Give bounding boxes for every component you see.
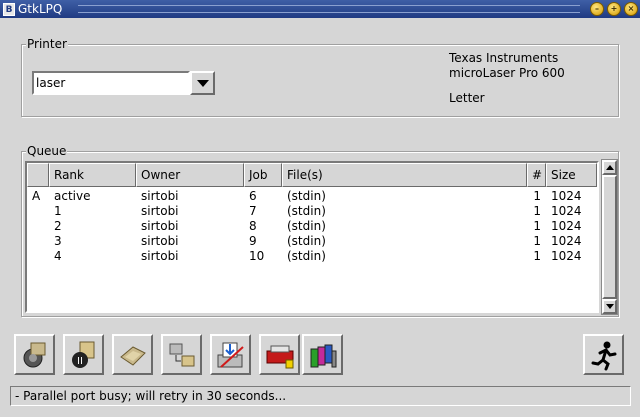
color-settings-button[interactable] (302, 334, 343, 375)
scroll-down-button[interactable] (602, 299, 617, 314)
cell-job: 7 (249, 204, 257, 218)
cell-size: 1024 (551, 189, 582, 203)
cell-size: 1024 (551, 234, 582, 248)
column-header-count[interactable]: # (527, 163, 546, 187)
table-row[interactable]: 4 sirtobi 10 (stdin) 1 1024 (27, 249, 597, 264)
cell-job: 10 (249, 249, 265, 263)
cell-size: 1024 (551, 219, 582, 233)
cell-size: 1024 (551, 204, 582, 218)
svg-text:II: II (77, 356, 83, 367)
hold-job-icon: II (71, 341, 94, 368)
exit-running-man-icon (591, 341, 616, 370)
release-job-icon (119, 345, 146, 366)
cell-flag: A (32, 189, 41, 203)
printer-group-label: Printer (26, 37, 68, 51)
queue-group: Queue Rank Owner Job File(s) # Size A ac… (21, 144, 619, 317)
cell-owner: sirtobi (141, 219, 179, 233)
status-bar: - Parallel port busy; will retry in 30 s… (10, 386, 631, 406)
table-row[interactable]: 1 sirtobi 7 (stdin) 1 1024 (27, 204, 597, 219)
minimize-icon[interactable]: – (590, 2, 604, 16)
hold-job-button[interactable]: II (63, 334, 104, 375)
cell-size: 1024 (551, 249, 582, 263)
printer-setup-button[interactable] (259, 334, 300, 375)
cell-files: (stdin) (287, 189, 326, 203)
table-row[interactable]: 3 sirtobi 9 (stdin) 1 1024 (27, 234, 597, 249)
cell-files: (stdin) (287, 219, 326, 233)
cell-flag (27, 234, 49, 249)
table-row[interactable]: A active sirtobi 6 (stdin) 1 1024 (27, 189, 597, 204)
cell-rank: 1 (54, 204, 62, 218)
release-job-button[interactable] (112, 334, 153, 375)
scroll-thumb[interactable] (602, 175, 617, 299)
table-header: Rank Owner Job File(s) # Size (27, 163, 597, 187)
cell-rank: 4 (54, 249, 62, 263)
cell-files: (stdin) (287, 204, 326, 218)
printer-select-input[interactable]: laser (32, 71, 190, 95)
cell-count: 1 (533, 204, 541, 218)
cell-count: 1 (533, 249, 541, 263)
queue-scrollbar[interactable] (601, 159, 618, 315)
cell-count: 1 (533, 219, 541, 233)
print-file-icon (217, 342, 244, 368)
cell-owner: sirtobi (141, 249, 179, 263)
cell-flag (27, 219, 49, 234)
queue-table[interactable]: Rank Owner Job File(s) # Size A active s… (25, 161, 599, 313)
arrow-down-icon (605, 304, 614, 309)
exit-button[interactable] (583, 334, 624, 375)
cell-rank: 3 (54, 234, 62, 248)
printer-setup-icon (266, 345, 293, 368)
cell-job: 8 (249, 219, 257, 233)
cell-job: 9 (249, 234, 257, 248)
printer-manufacturer: Texas Instruments (449, 51, 559, 65)
title-grip (78, 5, 580, 13)
cell-job: 6 (249, 189, 257, 203)
cell-owner: sirtobi (141, 234, 179, 248)
printer-info: Texas Instruments microLaser Pro 600 Let… (449, 51, 565, 106)
remove-job-button[interactable] (14, 334, 55, 375)
column-header-flag[interactable] (27, 163, 49, 187)
cell-owner: sirtobi (141, 204, 179, 218)
arrow-up-icon (605, 165, 614, 170)
printer-media: Letter (449, 91, 485, 105)
scroll-up-button[interactable] (602, 160, 617, 175)
cell-files: (stdin) (287, 249, 326, 263)
move-job-icon (169, 343, 194, 366)
window-title: GtkLPQ (18, 2, 63, 16)
column-header-owner[interactable]: Owner (136, 163, 244, 187)
printer-group: Printer laser Texas Instruments microLas… (21, 37, 619, 117)
column-header-job[interactable]: Job (244, 163, 282, 187)
chevron-down-icon (196, 79, 209, 87)
column-header-size[interactable]: Size (546, 163, 597, 187)
cell-count: 1 (533, 189, 541, 203)
remove-job-icon (23, 342, 45, 367)
table-row[interactable]: 2 sirtobi 8 (stdin) 1 1024 (27, 219, 597, 234)
cell-owner: sirtobi (141, 189, 179, 203)
printer-model: microLaser Pro 600 (449, 66, 565, 80)
cell-flag (27, 249, 49, 264)
print-file-button[interactable] (210, 334, 251, 375)
cell-rank: active (54, 189, 91, 203)
cell-rank: 2 (54, 219, 62, 233)
move-job-button[interactable] (161, 334, 202, 375)
cell-files: (stdin) (287, 234, 326, 248)
queue-group-label: Queue (26, 144, 68, 158)
cell-flag (27, 204, 49, 219)
printer-select[interactable]: laser (32, 71, 215, 95)
printer-select-dropdown-button[interactable] (190, 71, 215, 95)
cell-count: 1 (533, 234, 541, 248)
title-bar[interactable]: B GtkLPQ – + × (0, 0, 640, 18)
column-header-rank[interactable]: Rank (49, 163, 136, 187)
column-header-files[interactable]: File(s) (282, 163, 527, 187)
close-icon[interactable]: × (624, 2, 638, 16)
app-icon[interactable]: B (3, 2, 15, 16)
color-settings-icon (310, 344, 336, 367)
maximize-icon[interactable]: + (607, 2, 621, 16)
